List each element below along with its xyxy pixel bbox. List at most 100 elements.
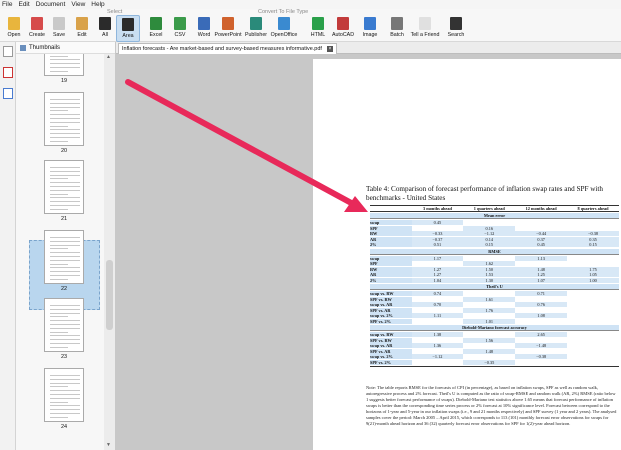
table-row: 2% 1.04 1.30 1.07 1.00 xyxy=(370,277,619,284)
table-cell: 1.13 xyxy=(515,255,568,261)
menu-view[interactable]: View xyxy=(71,1,85,8)
table-cell: SPF vs. 2% xyxy=(370,318,412,324)
edit-button[interactable]: Edit xyxy=(70,15,94,42)
thumbnail-scrollbar[interactable]: ▲ ▼ xyxy=(104,54,115,450)
column-header: 1 quarters ahead xyxy=(473,206,505,211)
tool-label: OpenOffice xyxy=(270,32,298,38)
table-cell: 1.76 xyxy=(463,307,516,313)
page-thumbnail[interactable] xyxy=(44,92,84,146)
powerpoint-button[interactable]: PowerPoint xyxy=(214,15,242,42)
page-thumbnail[interactable] xyxy=(44,368,84,422)
table-cell: RW xyxy=(370,266,412,272)
menu-document[interactable]: Document xyxy=(36,1,66,8)
page-number-label: 20 xyxy=(60,148,68,154)
menu-help[interactable]: Help xyxy=(91,1,104,8)
word-icon xyxy=(198,17,210,30)
table-cell: 1.04 xyxy=(411,277,464,283)
table-cell: −1.12 xyxy=(463,231,516,237)
page-number-label: 24 xyxy=(60,424,68,430)
table-cell: 0.71 xyxy=(515,291,568,297)
page-thumbnail[interactable] xyxy=(44,230,84,284)
scroll-thumb[interactable] xyxy=(106,260,113,330)
binoculars-icon xyxy=(450,17,462,30)
tool-label: HTML xyxy=(310,32,326,38)
create-button[interactable]: Create xyxy=(25,15,49,42)
table-cell: swap vs. RW xyxy=(370,291,412,297)
bookmark-icon[interactable] xyxy=(2,67,13,78)
all-button[interactable]: All xyxy=(93,15,117,42)
table-header: 3 months ahead 1 quarters ahead 12 months … xyxy=(370,205,619,212)
page-thumbnail[interactable] xyxy=(44,160,84,214)
grid-icon xyxy=(20,44,26,51)
search-button[interactable]: Search xyxy=(444,15,468,42)
thumbnails-panel-icon[interactable] xyxy=(2,46,13,57)
word-button[interactable]: Word xyxy=(192,15,216,42)
tool-label: PowerPoint xyxy=(214,32,242,38)
table-cell: 0.16 xyxy=(463,225,516,231)
table-cell: 1.48 xyxy=(515,266,568,272)
scroll-up-icon[interactable]: ▲ xyxy=(106,54,111,60)
autocad-button[interactable]: AutoCAD xyxy=(331,15,355,42)
table-cell: −0.38 xyxy=(515,354,568,360)
menu-file[interactable]: File xyxy=(2,1,12,8)
table-row: 2% 0.51 0.15 0.45 0.15 xyxy=(370,242,619,248)
open-button[interactable]: Open xyxy=(2,15,26,42)
section-title: RMSE xyxy=(370,248,619,255)
menu-edit[interactable]: Edit xyxy=(18,1,29,8)
edit-icon xyxy=(76,17,88,30)
table-cell: −0.37 xyxy=(411,236,464,242)
table-cell: 1.53 xyxy=(463,272,516,278)
area-button[interactable]: Area xyxy=(116,15,140,42)
section-title: Mean error xyxy=(370,213,619,219)
table-row: RW 1.27 1.50 1.48 1.75 xyxy=(370,266,619,273)
close-icon[interactable]: × xyxy=(326,46,333,52)
table-cell: 1.27 xyxy=(411,266,464,272)
attachment-icon[interactable] xyxy=(2,88,13,99)
html-button[interactable]: HTML xyxy=(306,15,330,42)
table-bottom-rule xyxy=(370,366,619,367)
tool-label: Area xyxy=(122,33,134,39)
table-note: Note: The table reports RMSE for the for… xyxy=(366,385,617,426)
table-cell: 1.05 xyxy=(567,272,619,278)
document-viewer: Inflation forecasts - Are market-based a… xyxy=(116,42,621,450)
table-cell: SPF vs. 2% xyxy=(370,359,412,365)
openoffice-button[interactable]: OpenOffice xyxy=(270,15,298,42)
save-button[interactable]: Save xyxy=(47,15,71,42)
csv-button[interactable]: CSV xyxy=(168,15,192,42)
image-button[interactable]: Image xyxy=(358,15,382,42)
scroll-down-icon[interactable]: ▼ xyxy=(106,442,111,448)
tool-label: Word xyxy=(197,32,211,38)
side-icon-strip xyxy=(0,42,16,450)
table-cell: 1.38 xyxy=(411,332,464,338)
tool-label: Edit xyxy=(77,32,87,38)
table-cell: 0.70 xyxy=(411,302,464,308)
tool-label: Image xyxy=(362,32,378,38)
create-pdf-icon xyxy=(31,17,43,30)
autocad-icon xyxy=(337,17,349,30)
table-cell: 1.17 xyxy=(411,255,464,261)
pdf-page: Table 4: Comparison of forecast performa… xyxy=(313,59,621,450)
excel-button[interactable]: Excel xyxy=(144,15,168,42)
publisher-button[interactable]: Publisher xyxy=(244,15,268,42)
table-cell: AR xyxy=(370,236,412,242)
table-cell: 1.00 xyxy=(567,277,619,283)
table-row: AR −0.37 0.14 0.37 0.35 xyxy=(370,236,619,243)
table-cell: 1.11 xyxy=(411,313,464,319)
thumbnails-panel: Thumbnails 19 20 21 22 23 24 ▲ ▼ xyxy=(16,42,116,450)
table-cell: AR xyxy=(370,272,412,278)
document-tab-title: Inflation forecasts - Are market-based a… xyxy=(122,46,322,52)
table-cell: 1.62 xyxy=(463,261,516,267)
table-cell: swap vs. AR xyxy=(370,302,412,308)
page-thumbnail[interactable] xyxy=(44,54,84,76)
comparison-table[interactable]: 3 months ahead 1 quarters ahead 12 months … xyxy=(370,205,619,367)
tool-label: CSV xyxy=(174,32,186,38)
tell-a-friend-button[interactable]: Tell a Friend xyxy=(411,15,439,42)
table-cell: RW xyxy=(370,231,412,237)
page-thumbnail[interactable] xyxy=(44,298,84,352)
batch-button[interactable]: Batch xyxy=(385,15,409,42)
document-tab[interactable]: Inflation forecasts - Are market-based a… xyxy=(118,43,337,54)
table-cell: 1.27 xyxy=(411,272,464,278)
table-cell: swap xyxy=(370,255,412,261)
table-cell: 0.37 xyxy=(515,236,568,242)
table-row: AR 1.27 1.53 1.25 1.05 xyxy=(370,272,619,278)
